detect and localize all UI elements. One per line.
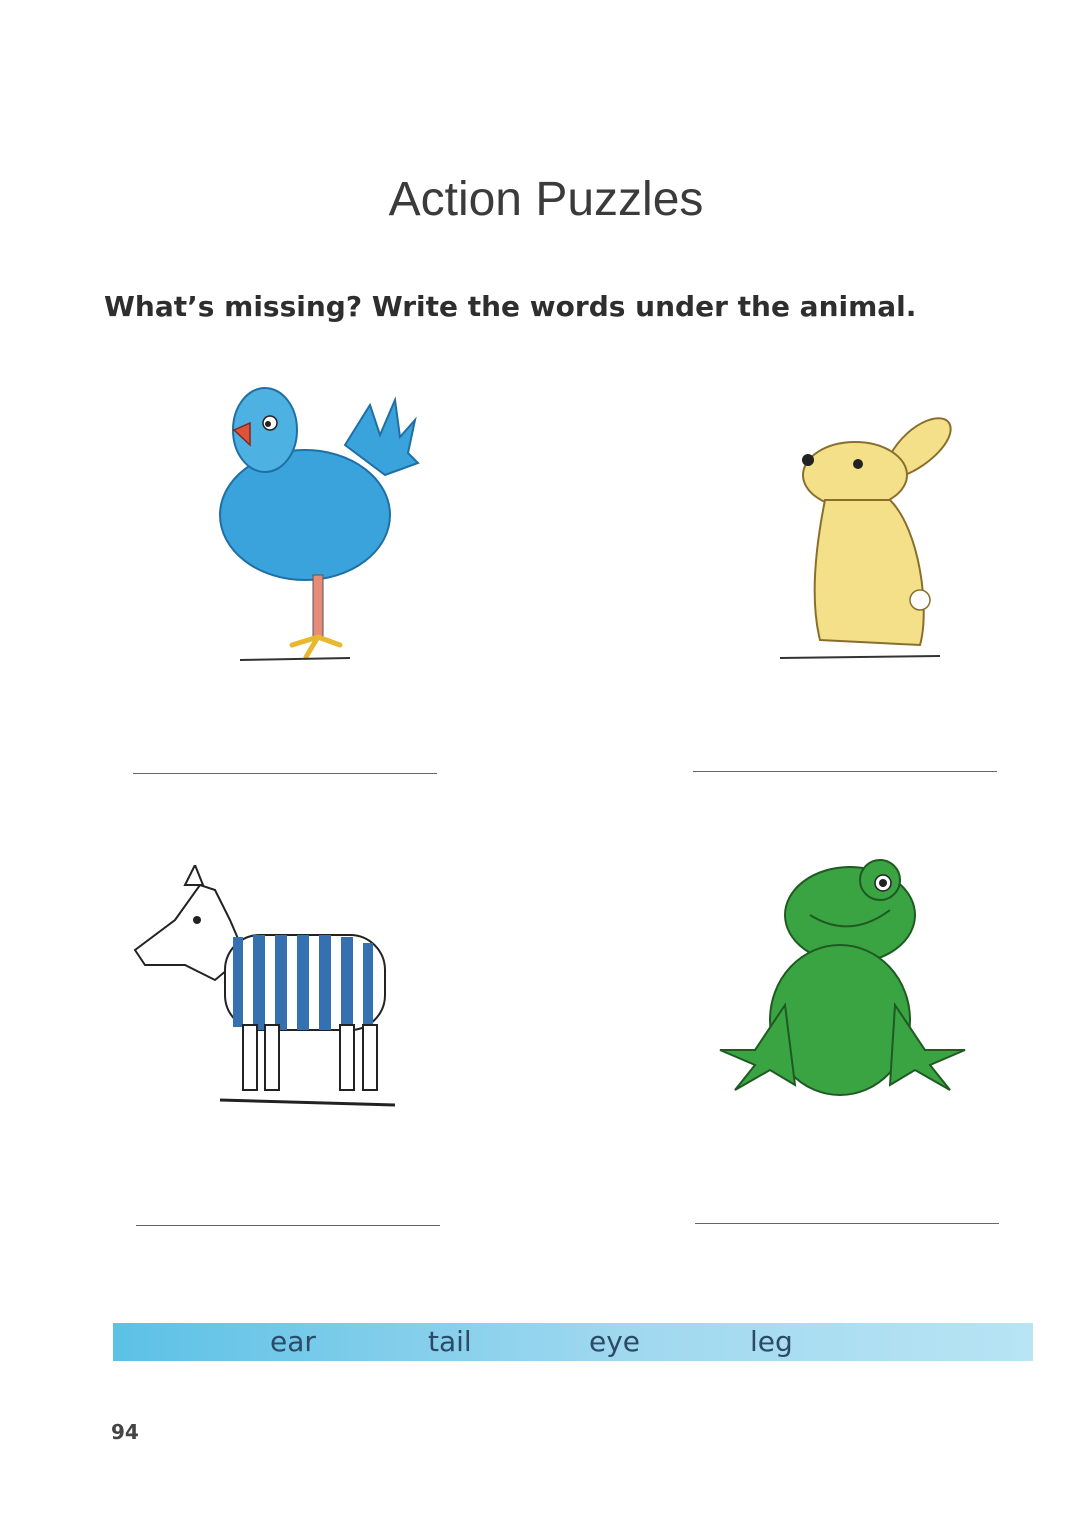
zebra-eye xyxy=(193,916,201,924)
answer-line-bird[interactable] xyxy=(133,773,437,774)
rabbit-illustration xyxy=(779,417,952,659)
instruction-text: What’s missing? Write the words under th… xyxy=(104,290,917,323)
frog-illustration xyxy=(719,859,966,1096)
bird-leg xyxy=(289,574,343,660)
word-bank-item-leg[interactable]: leg xyxy=(750,1323,793,1361)
frog-left-leg xyxy=(719,1002,797,1091)
rabbit-eye xyxy=(853,459,863,469)
ground-line xyxy=(239,657,351,661)
answer-line-frog[interactable] xyxy=(695,1223,999,1224)
bird-illustration xyxy=(219,387,420,661)
page-number: 94 xyxy=(111,1420,139,1444)
word-bank-item-ear[interactable]: ear xyxy=(270,1323,316,1361)
answer-line-rabbit[interactable] xyxy=(693,771,997,772)
zebra-stripes xyxy=(233,935,373,1030)
zebra-ear xyxy=(183,865,205,886)
ground-line xyxy=(219,1098,396,1107)
answer-line-zebra[interactable] xyxy=(136,1225,440,1226)
frog-right-leg xyxy=(888,1001,966,1091)
worksheet-page: { "title": "Action Puzzles", "instructio… xyxy=(0,0,1092,1519)
page-title: Action Puzzles xyxy=(388,173,704,226)
ground-line xyxy=(779,655,941,659)
word-bank-item-eye[interactable]: eye xyxy=(589,1323,640,1361)
rabbit-body xyxy=(813,499,925,647)
zebra-illustration xyxy=(133,865,396,1107)
frog-pupil xyxy=(879,879,887,887)
word-bank-item-tail[interactable]: tail xyxy=(428,1323,472,1361)
rabbit-tail xyxy=(909,589,931,611)
rabbit-nose xyxy=(802,454,814,466)
zebra-legs xyxy=(242,1024,378,1091)
bird-body xyxy=(219,449,391,581)
bird-pupil xyxy=(265,421,271,427)
word-bank-band xyxy=(113,1323,1033,1361)
rabbit-head xyxy=(802,441,908,509)
